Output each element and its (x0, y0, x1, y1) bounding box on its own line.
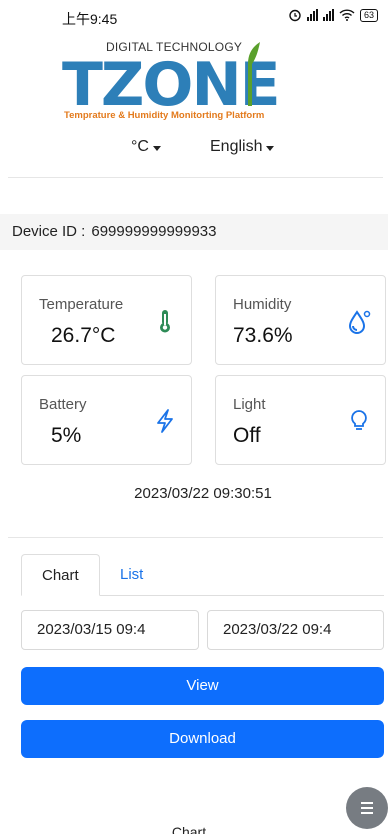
download-button[interactable]: Download (21, 720, 384, 758)
tab-chart[interactable]: Chart (21, 554, 100, 596)
battery-value: 5% (51, 424, 82, 447)
water-drop-icon (348, 310, 371, 334)
language-dropdown[interactable]: English (210, 138, 275, 156)
divider (8, 177, 383, 178)
alarm-icon (289, 9, 301, 22)
tab-list[interactable]: List (100, 554, 163, 596)
caret-down-icon (152, 145, 161, 151)
menu-fab[interactable] (346, 787, 388, 829)
device-id-label: Device ID : (12, 223, 86, 240)
tzone-logo: DIGITAL TECHNOLOGY TZONE Temprature & Hu… (58, 38, 318, 126)
unit-label: °C (131, 138, 149, 155)
unit-dropdown[interactable]: °C (131, 138, 161, 156)
humidity-value: 73.6% (233, 324, 293, 347)
device-id-value: 699999999999933 (91, 223, 217, 240)
temperature-card: Temperature 26.7°C (21, 275, 192, 365)
bottom-section-label: Chart (171, 824, 207, 834)
wifi-icon (339, 9, 355, 21)
start-date-input[interactable]: 2023/03/15 09:4 (21, 610, 199, 650)
lightning-icon (157, 409, 173, 433)
battery-title: Battery (39, 396, 87, 413)
temperature-value: 26.7°C (51, 324, 116, 347)
humidity-card: Humidity 73.6% (215, 275, 386, 365)
light-value: Off (233, 424, 261, 447)
selectors-bar: °C English (0, 138, 390, 162)
temperature-title: Temperature (39, 296, 124, 313)
light-title: Light (233, 396, 266, 413)
leaf-icon (248, 42, 260, 106)
humidity-title: Humidity (233, 296, 292, 313)
battery-icon: 63 (359, 8, 378, 22)
view-button[interactable]: View (21, 667, 384, 705)
logo-tagline-bottom: Temprature & Humidity Monitorting Platfo… (64, 110, 265, 121)
thermometer-icon (160, 310, 170, 333)
status-bar: 上午9:45 63 (0, 0, 390, 34)
divider (8, 537, 383, 538)
signal-icon (306, 9, 318, 21)
battery-card: Battery 5% (21, 375, 192, 465)
light-card: Light Off (215, 375, 386, 465)
caret-down-icon (266, 145, 275, 151)
status-time: 上午9:45 (62, 11, 118, 27)
last-update-timestamp: 2023/03/22 09:30:51 (134, 485, 272, 502)
lightbulb-icon (351, 410, 367, 430)
device-id-bar: Device ID : 699999999999933 (0, 214, 388, 250)
view-tabs: Chart List (21, 554, 384, 596)
signal-icon-2 (322, 9, 334, 21)
status-icons: 63 (288, 8, 378, 22)
language-label: English (210, 138, 263, 155)
end-date-input[interactable]: 2023/03/22 09:4 (207, 610, 384, 650)
